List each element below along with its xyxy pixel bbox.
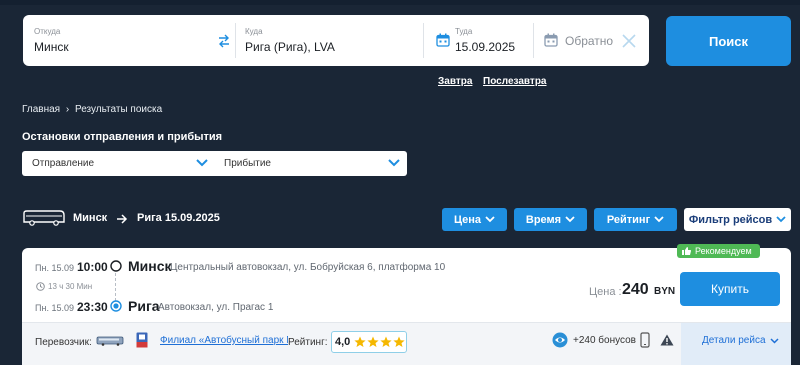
from-value[interactable]: Минск <box>34 40 69 54</box>
from-label: Откуда <box>34 27 61 36</box>
sort-price-label: Цена <box>453 213 482 226</box>
divider <box>423 23 424 58</box>
star-icon <box>367 336 379 347</box>
carrier-name-link[interactable]: Филиал «Автобусный парк N <box>160 335 288 346</box>
breadcrumb-current: Результаты поиска <box>74 104 163 115</box>
arrival-point-icon <box>110 300 122 312</box>
rating-box: 4,0 <box>331 331 407 353</box>
divider <box>533 23 534 58</box>
chevron-down-icon <box>776 216 786 223</box>
rating-stars <box>354 336 405 348</box>
price-currency: BYN <box>654 286 676 297</box>
arrival-address: Автовокзал, ул. Прагас 1 <box>158 302 274 313</box>
sort-time-button[interactable]: Время <box>514 208 587 231</box>
chevron-down-icon <box>769 337 779 344</box>
breadcrumb: Главная › Результаты поиска <box>22 104 162 115</box>
calendar-icon[interactable] <box>544 33 558 47</box>
chevron-down-icon <box>485 216 495 223</box>
clock-icon <box>36 282 45 291</box>
swap-icon[interactable] <box>216 33 232 49</box>
chevron-down-icon <box>565 216 575 223</box>
mobile-ticket-icon <box>640 332 650 348</box>
price-value: 240 <box>622 281 649 298</box>
chevron-down-icon[interactable] <box>196 159 208 167</box>
buy-button[interactable]: Купить <box>680 272 780 306</box>
arrival-stop-select[interactable]: Прибытие <box>224 151 394 176</box>
price-label: Цена : <box>589 286 622 298</box>
recommended-label: Рекомендуем <box>695 246 752 256</box>
sort-rating-button[interactable]: Рейтинг <box>594 208 677 231</box>
breadcrumb-separator: › <box>65 104 70 115</box>
recommended-badge: Рекомендуем <box>677 244 760 258</box>
departure-city: Минск <box>128 258 172 274</box>
details-label: Детали рейса <box>702 335 766 346</box>
carrier-logo-icon <box>136 332 148 348</box>
return-date-placeholder[interactable]: Обратно <box>565 34 613 48</box>
carrier-label: Перевозчик: <box>35 337 92 348</box>
search-form: Откуда Минск Куда Рига (Рига), LVA Туда … <box>23 15 649 66</box>
sort-rating-label: Рейтинг <box>606 213 651 226</box>
star-icon <box>380 336 392 347</box>
eye-bonus-icon <box>552 332 568 348</box>
quick-date-tomorrow[interactable]: Завтра <box>438 76 472 87</box>
to-value[interactable]: Рига (Рига), LVA <box>245 40 335 54</box>
bus-icon <box>23 210 65 226</box>
filter-trips-button[interactable]: Фильтр рейсов <box>684 208 791 231</box>
stops-title: Остановки отправления и прибытия <box>22 131 223 143</box>
departure-point-icon <box>110 260 122 272</box>
star-icon <box>393 336 405 347</box>
departure-address: Центральный автовокзал, ул. Бобруйская 6… <box>170 262 446 273</box>
departure-time: 10:00 <box>77 260 108 274</box>
to-label: Куда <box>245 27 263 36</box>
arrival-city: Рига <box>128 298 160 314</box>
filter-trips-label: Фильтр рейсов <box>688 213 773 226</box>
departure-date: Пн. 15.09 <box>35 263 74 273</box>
date-label: Туда <box>455 27 473 36</box>
rating-label: Рейтинг: <box>288 337 328 348</box>
arrival-date: Пн. 15.09 <box>35 303 74 313</box>
close-icon[interactable] <box>621 33 637 49</box>
arrival-time: 23:30 <box>77 300 108 314</box>
rating-value: 4,0 <box>335 336 351 348</box>
sort-price-button[interactable]: Цена <box>442 208 507 231</box>
top-strip <box>0 0 800 5</box>
search-button[interactable]: Поиск <box>666 16 791 66</box>
warning-icon[interactable] <box>660 334 674 346</box>
stops-selector: Отправление Прибытие <box>22 151 407 176</box>
route-connector <box>115 273 116 301</box>
route-from: Минск <box>73 212 108 224</box>
from-field[interactable]: Откуда Минск <box>23 15 213 66</box>
chevron-down-icon[interactable] <box>388 159 400 167</box>
date-value[interactable]: 15.09.2025 <box>455 40 515 54</box>
route-to-date: Рига 15.09.2025 <box>137 212 220 224</box>
departure-stop-select[interactable]: Отправление <box>32 151 212 176</box>
sort-time-label: Время <box>525 213 562 226</box>
arrow-right-icon <box>117 214 128 224</box>
to-field[interactable]: Куда Рига (Рига), LVA <box>236 15 423 66</box>
quick-date-day-after[interactable]: Послезавтра <box>483 76 547 87</box>
arrival-stop-label: Прибытие <box>224 158 271 169</box>
thumbs-up-icon <box>682 247 691 255</box>
depart-date-field[interactable]: Туда 15.09.2025 <box>455 15 535 66</box>
star-icon <box>354 336 366 347</box>
details-link[interactable]: Детали рейса <box>702 335 779 346</box>
calendar-icon[interactable] <box>436 33 450 47</box>
trip-duration: 13 ч 30 Мин <box>48 282 93 291</box>
chevron-down-icon <box>654 216 664 223</box>
carrier-bus-icon <box>96 336 124 346</box>
bonus-text: +240 бонусов <box>573 335 636 346</box>
breadcrumb-home[interactable]: Главная <box>22 104 60 115</box>
departure-stop-label: Отправление <box>32 158 95 169</box>
